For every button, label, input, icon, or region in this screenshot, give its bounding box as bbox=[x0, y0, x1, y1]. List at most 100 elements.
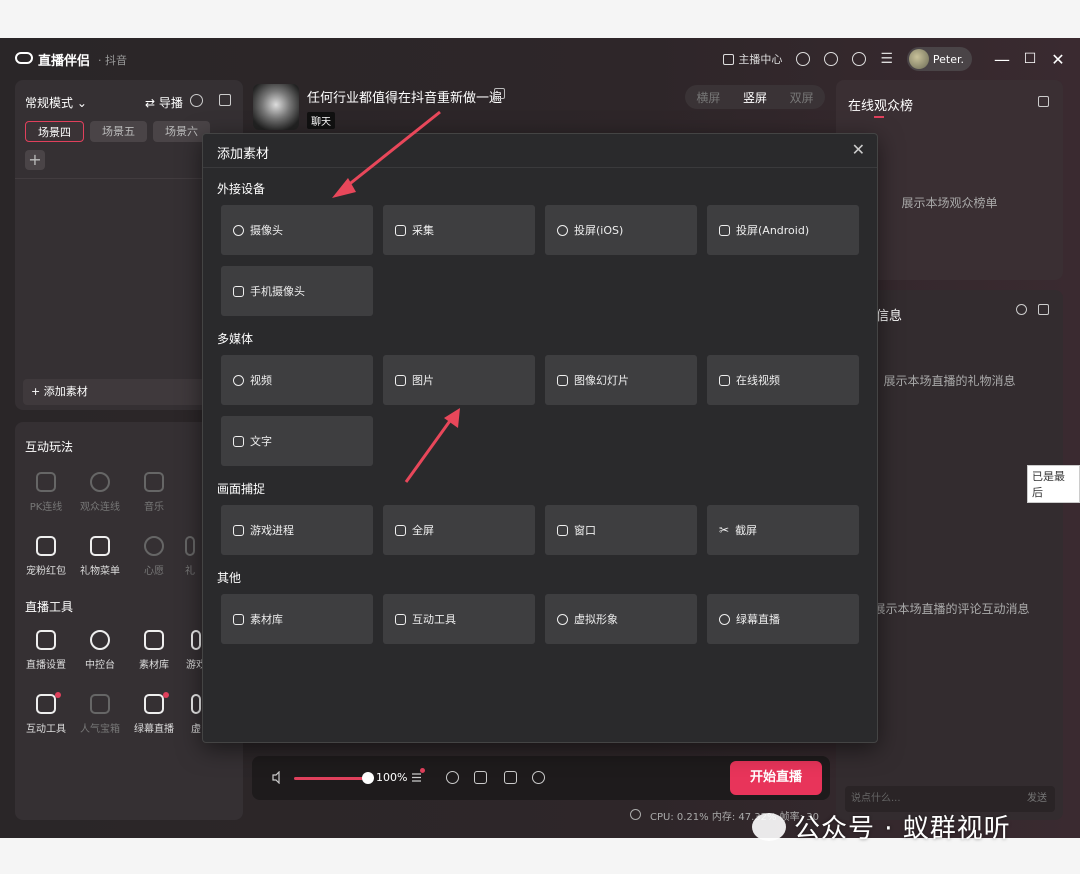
settings-icon[interactable] bbox=[532, 771, 545, 784]
popout-icon[interactable] bbox=[219, 94, 231, 106]
card-label: 投屏(iOS) bbox=[574, 224, 624, 237]
treasure-icon bbox=[90, 694, 110, 714]
game-icon bbox=[191, 630, 201, 650]
tool-gift-more[interactable]: 礼 bbox=[175, 536, 205, 577]
live-center-button[interactable]: 主播中心 bbox=[723, 51, 782, 67]
tool-music[interactable]: 音乐 bbox=[127, 472, 181, 513]
card-label: 虚拟形象 bbox=[574, 613, 618, 626]
card-image[interactable]: 图片 bbox=[383, 355, 535, 405]
card-slideshow[interactable]: 图像幻灯片 bbox=[545, 355, 697, 405]
chat-bubble-icon bbox=[824, 52, 839, 66]
interact-title: 互动玩法 bbox=[25, 440, 74, 454]
card-game-capture[interactable]: 游戏进程 bbox=[221, 505, 373, 555]
tool-live-settings[interactable]: 直播设置 bbox=[19, 630, 73, 671]
scissors-icon: ✂ bbox=[719, 523, 730, 537]
card-phone-camera[interactable]: 手机摄像头 bbox=[221, 266, 373, 316]
tool-interact[interactable]: 互动工具 bbox=[19, 692, 73, 735]
audience-title: 在线观众榜 bbox=[848, 99, 914, 114]
tool-gift-menu[interactable]: 礼物菜单 bbox=[73, 536, 127, 577]
tool-label: 礼物菜单 bbox=[80, 566, 120, 577]
card-virtual-avatar[interactable]: 虚拟形象 bbox=[545, 594, 697, 644]
minimize-button[interactable]: — bbox=[988, 50, 1016, 69]
speaker-icon[interactable] bbox=[272, 770, 285, 785]
tool-label: 直播设置 bbox=[26, 660, 66, 671]
gamepad-button[interactable] bbox=[796, 52, 811, 66]
effects-icon[interactable] bbox=[446, 771, 459, 784]
group-title-other: 其他 bbox=[217, 571, 242, 585]
mirror-icon[interactable] bbox=[474, 771, 487, 784]
orient-portrait[interactable]: 竖屏 bbox=[743, 89, 767, 106]
capture-icon bbox=[395, 224, 406, 236]
menu-button[interactable]: ☰ bbox=[880, 51, 893, 67]
library-icon bbox=[144, 630, 164, 650]
card-label: 截屏 bbox=[735, 524, 758, 537]
tool-audience-link[interactable]: 观众连线 bbox=[73, 472, 127, 513]
card-text[interactable]: 文字 bbox=[221, 416, 373, 466]
mode-selector[interactable]: 常规模式 ⌄ bbox=[25, 94, 87, 111]
message-button[interactable] bbox=[824, 52, 839, 66]
scene-tab-5[interactable]: 场景五 bbox=[90, 121, 147, 142]
tool-red-packet[interactable]: 宠粉红包 bbox=[19, 536, 73, 577]
card-label: 手机摄像头 bbox=[250, 285, 305, 298]
tool-label: 心愿 bbox=[144, 566, 164, 577]
tool-pk[interactable]: PK连线 bbox=[19, 472, 73, 513]
notification-dot bbox=[55, 692, 61, 698]
popout-icon[interactable] bbox=[1038, 304, 1049, 315]
user-profile[interactable]: Peter. bbox=[906, 47, 972, 71]
card-camera[interactable]: 摄像头 bbox=[221, 205, 373, 255]
card-greenscreen[interactable]: 绿幕直播 bbox=[707, 594, 859, 644]
card-cast-ios[interactable]: 投屏(iOS) bbox=[545, 205, 697, 255]
card-label: 图片 bbox=[412, 374, 434, 387]
slideshow-icon bbox=[557, 374, 568, 386]
add-material-button[interactable]: + 添加素材 bbox=[23, 379, 223, 405]
comment-placeholder: 说点什么... bbox=[851, 793, 901, 804]
monitor-icon bbox=[395, 524, 406, 536]
text-icon bbox=[233, 435, 244, 447]
image-icon bbox=[395, 374, 406, 386]
record-icon[interactable] bbox=[504, 771, 517, 784]
link-icon bbox=[90, 472, 110, 492]
card-online-video[interactable]: 在线视频 bbox=[707, 355, 859, 405]
volume-slider-handle[interactable] bbox=[362, 772, 374, 784]
card-capture[interactable]: 采集 bbox=[383, 205, 535, 255]
orient-landscape[interactable]: 横屏 bbox=[696, 89, 720, 106]
start-live-button[interactable]: 开始直播 bbox=[730, 761, 822, 795]
card-label: 投屏(Android) bbox=[736, 224, 810, 237]
edit-icon[interactable] bbox=[494, 88, 505, 99]
orient-dual[interactable]: 双屏 bbox=[790, 89, 814, 106]
tool-library[interactable]: 素材库 bbox=[127, 630, 181, 671]
greenscreen-icon bbox=[719, 613, 730, 625]
tool-treasure[interactable]: 人气宝箱 bbox=[73, 694, 127, 735]
card-label: 采集 bbox=[412, 224, 434, 237]
card-window[interactable]: 窗口 bbox=[545, 505, 697, 555]
close-button[interactable]: ✕ bbox=[1044, 50, 1072, 69]
tool-wish[interactable]: 心愿 bbox=[127, 536, 181, 577]
scene-tab-4[interactable]: 场景四 bbox=[25, 121, 84, 142]
add-scene-button[interactable]: + bbox=[25, 150, 45, 170]
popout-icon[interactable] bbox=[1038, 96, 1049, 107]
help-button[interactable] bbox=[852, 52, 867, 66]
settings-icon[interactable] bbox=[1016, 304, 1027, 315]
wish-icon bbox=[144, 536, 164, 556]
tool-console[interactable]: 中控台 bbox=[73, 630, 127, 671]
card-cast-android[interactable]: 投屏(Android) bbox=[707, 205, 859, 255]
live-center-icon bbox=[723, 53, 735, 65]
card-fullscreen[interactable]: 全屏 bbox=[383, 505, 535, 555]
card-interact-tools[interactable]: 互动工具 bbox=[383, 594, 535, 644]
tool-label: 虚 bbox=[191, 724, 201, 735]
card-label: 文字 bbox=[250, 435, 272, 448]
card-library[interactable]: 素材库 bbox=[221, 594, 373, 644]
pk-icon bbox=[36, 472, 56, 492]
dialog-close-button[interactable]: ✕ bbox=[852, 140, 865, 159]
tool-greenscreen[interactable]: 绿幕直播 bbox=[127, 692, 181, 735]
card-screenshot[interactable]: ✂ 截屏 bbox=[707, 505, 859, 555]
guide-button[interactable]: ⇄ 导播 bbox=[145, 94, 183, 111]
send-button[interactable]: 发送 bbox=[1027, 786, 1047, 812]
maximize-button[interactable]: ☐ bbox=[1016, 51, 1044, 67]
hamburger-icon: ☰ bbox=[880, 51, 893, 67]
avatar-icon bbox=[557, 613, 568, 625]
volume-slider[interactable] bbox=[294, 777, 366, 780]
help-icon[interactable] bbox=[190, 94, 203, 107]
live-cover-image[interactable] bbox=[253, 84, 299, 130]
card-video[interactable]: 视频 bbox=[221, 355, 373, 405]
